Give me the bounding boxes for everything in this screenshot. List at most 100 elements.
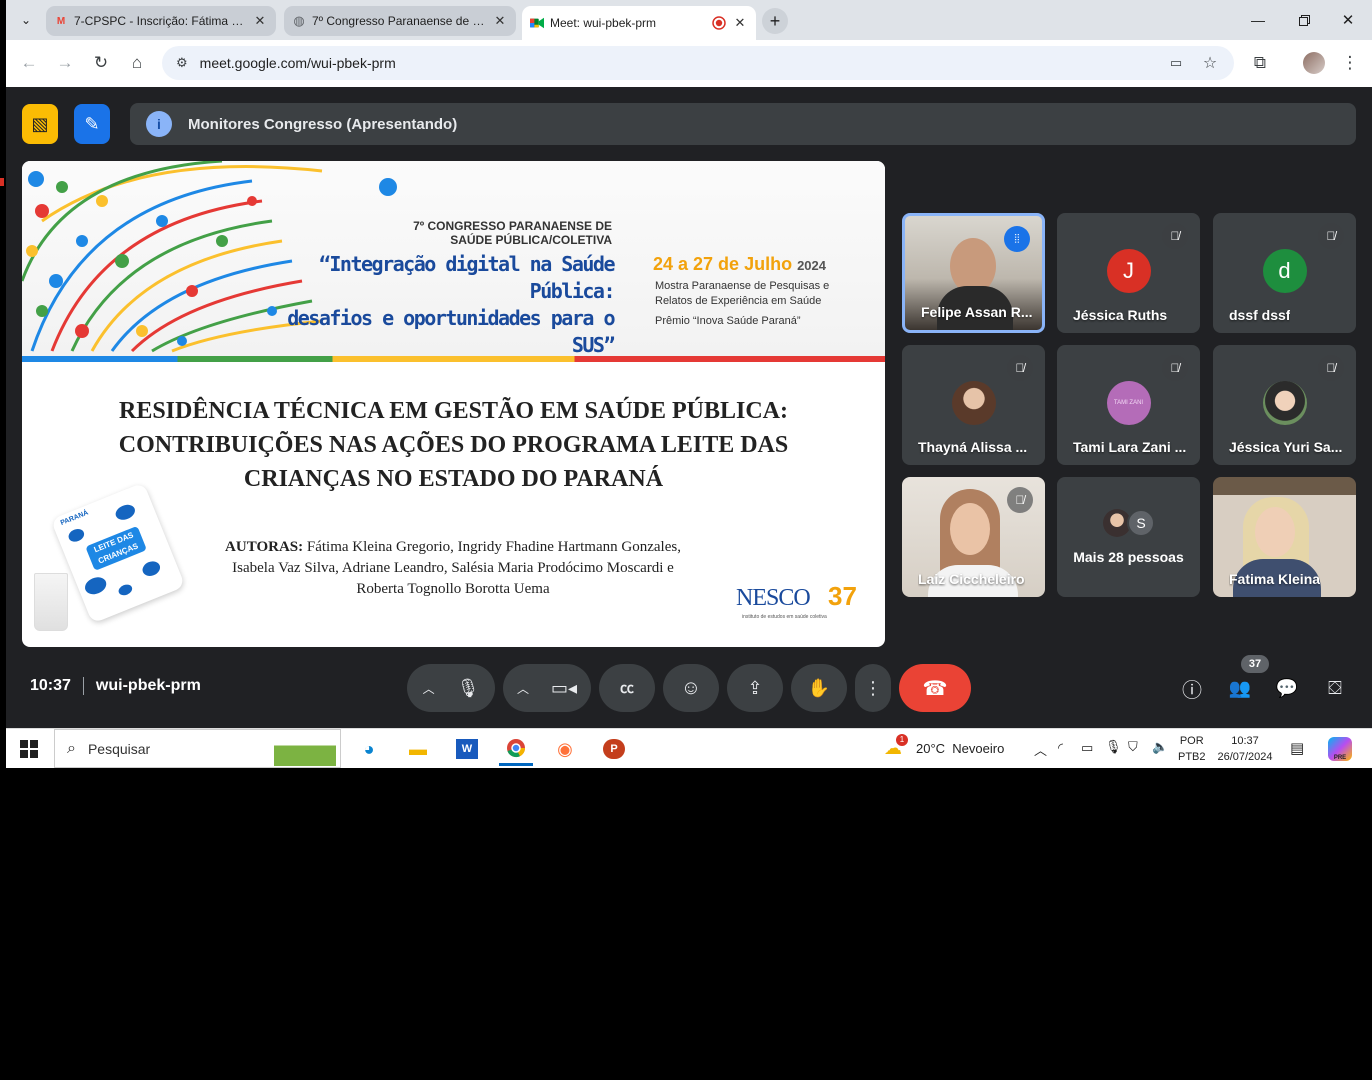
annotate-icon[interactable]: ✎	[74, 104, 110, 144]
reload-icon[interactable]: ↻	[90, 52, 112, 74]
participant-name: Jéssica Yuri Sa...	[1229, 439, 1343, 455]
speaker-icon[interactable]: 🔈	[1152, 739, 1168, 755]
taskbar-clock[interactable]: 10:37 26/07/2024	[1214, 733, 1276, 765]
present-button[interactable]: ⇪	[727, 664, 783, 712]
mic-control[interactable]: ︿ 🎙	[407, 664, 495, 712]
battery-icon[interactable]: ▭	[1081, 740, 1093, 756]
address-bar[interactable]: ⚙ meet.google.com/wui-pbek-prm ▭ ☆	[162, 46, 1234, 80]
activities-icon[interactable]: ⛋	[1322, 675, 1348, 701]
edge-icon[interactable]: ◕	[352, 732, 386, 766]
participant-tile[interactable]: 🎙̸ Laiz Ciccheleiro	[902, 477, 1045, 597]
stop-presenting-icon[interactable]: ▧	[22, 104, 58, 144]
close-tab-icon[interactable]: ✕	[252, 13, 268, 29]
home-icon[interactable]: ⌂	[126, 52, 148, 74]
weather-text[interactable]: 20°C Nevoeiro	[916, 741, 1004, 756]
wifi-icon[interactable]: ◜	[1058, 740, 1063, 756]
new-tab-icon[interactable]: +	[762, 8, 788, 34]
language-indicator[interactable]: POR PTB2	[1178, 733, 1206, 765]
hang-up-icon: ☎	[922, 677, 948, 700]
browser-chrome: ⌄ M 7-CPSPC - Inscrição: Fátima - fa ✕ ◍…	[6, 0, 1372, 87]
participant-name: Fatima Kleina	[1229, 571, 1321, 587]
copilot-label: PRE	[1333, 755, 1347, 761]
more-participants-tile[interactable]: S Mais 28 pessoas	[1057, 477, 1200, 597]
profile-avatar[interactable]	[1303, 52, 1325, 74]
logo-subtitle: instituto de estudos em saúde coletiva	[742, 614, 827, 620]
chevron-up-icon[interactable]: ︿	[423, 680, 435, 697]
firefox-icon[interactable]: ◉	[548, 732, 582, 766]
camera-indicator-icon[interactable]: ▭	[1166, 53, 1186, 73]
participant-tile[interactable]: TAMI ZANI 🎙̸ Tami Lara Zani ...	[1057, 345, 1200, 465]
people-icon[interactable]: 👥	[1226, 675, 1254, 701]
powerpoint-icon[interactable]: P	[597, 732, 631, 766]
windows-start-icon[interactable]	[20, 740, 38, 758]
copilot-icon[interactable]: PRE	[1328, 737, 1352, 761]
raise-hand-button[interactable]: ✋	[791, 664, 847, 712]
back-icon[interactable]: ←	[18, 52, 40, 74]
camera-control[interactable]: ︿ ▭◂	[503, 664, 591, 712]
word-icon[interactable]: W	[450, 732, 484, 766]
mostra-text: Mostra Paranaense de Pesquisas e Relatos…	[655, 279, 829, 329]
chevron-up-icon[interactable]: ︿	[1034, 740, 1047, 759]
authors-block: AUTORAS: Fátima Kleina Gregorio, Ingridy…	[172, 537, 734, 600]
restore-icon[interactable]	[1292, 8, 1316, 32]
mic-off-icon: 🎙̸	[1318, 355, 1344, 381]
keyboard-code: PTB2	[1178, 751, 1206, 763]
participant-tile[interactable]: 🎙̸ Thayná Alissa ...	[902, 345, 1045, 465]
participant-avatar: d	[1262, 249, 1307, 293]
chat-icon[interactable]: 💬	[1274, 675, 1300, 701]
captions-button[interactable]: ㏄	[599, 664, 655, 712]
shield-icon[interactable]: ⛉	[1128, 739, 1138, 755]
congress-line-1: 7º CONGRESSO PARANAENSE DE	[413, 219, 612, 233]
emoji-icon: ☺	[680, 676, 702, 699]
theme-line-2: desafios e oportunidades para o SUS”	[287, 306, 615, 357]
participant-tile[interactable]: ⦙⦙ Felipe Assan R...	[902, 213, 1045, 333]
notifications-icon[interactable]: ▤	[1290, 739, 1304, 757]
theme-line-1: “Integração digital na Saúde Pública:	[318, 252, 616, 303]
file-explorer-icon[interactable]: ▬	[401, 732, 435, 766]
participant-avatar: J	[1106, 249, 1151, 293]
mic-tray-icon[interactable]: 🎙	[1105, 739, 1122, 755]
tab-congresso[interactable]: ◍ 7º Congresso Paranaense de Sa ✕	[284, 6, 516, 36]
participant-tile[interactable]: d 🎙̸ dssf dssf	[1213, 213, 1356, 333]
close-tab-icon[interactable]: ✕	[732, 15, 748, 31]
site-info-icon[interactable]: ⚙	[176, 55, 188, 71]
participant-tile[interactable]: Fatima Kleina	[1213, 477, 1356, 597]
meet-area: ▧ ✎ i Monitores Congresso (Apresentando)	[6, 87, 1372, 728]
info-icon[interactable]: ⓘ	[1179, 675, 1205, 702]
url-text: meet.google.com/wui-pbek-prm	[199, 55, 396, 71]
menu-dots-icon[interactable]: ⋮	[1340, 52, 1360, 74]
nesco-logo: NESCO 37 instituto de estudos em saúde c…	[734, 581, 860, 621]
camera-icon[interactable]: ▭◂	[551, 678, 577, 699]
more-options-button[interactable]: ⋮	[855, 664, 891, 712]
milk-glass	[34, 573, 68, 631]
minimize-icon[interactable]: —	[1246, 8, 1270, 32]
participant-name: Thayná Alissa ...	[918, 439, 1028, 455]
taskbar-search[interactable]: ⌕ Pesquisar	[54, 729, 341, 768]
milk-pack-label: LEITE DAS CRIANÇAS	[85, 525, 147, 571]
bookmark-star-icon[interactable]: ☆	[1200, 53, 1220, 73]
chrome-icon[interactable]	[499, 732, 533, 766]
meeting-info: 10:37 wui-pbek-prm	[30, 677, 201, 695]
speaking-indicator-icon: ⦙⦙	[1004, 226, 1030, 252]
search-placeholder: Pesquisar	[87, 740, 151, 757]
tab-meet[interactable]: Meet: wui-pbek-prm ✕	[522, 6, 756, 40]
tab-search-chevron-icon[interactable]: ⌄	[16, 10, 36, 30]
extensions-icon[interactable]: ⧉	[1249, 52, 1271, 74]
mic-off-icon: 🎙̸	[1162, 223, 1188, 249]
mic-icon[interactable]: 🎙	[457, 678, 480, 699]
participant-avatar	[951, 381, 996, 425]
tab-gmail[interactable]: M 7-CPSPC - Inscrição: Fátima - fa ✕	[46, 6, 276, 36]
leave-call-button[interactable]: ☎	[899, 664, 971, 712]
participant-name: Tami Lara Zani ...	[1073, 439, 1187, 455]
chevron-up-icon[interactable]: ︿	[517, 680, 529, 697]
screen: ⌄ M 7-CPSPC - Inscrição: Fátima - fa ✕ ◍…	[6, 0, 1372, 768]
logo-text: NESCO	[736, 585, 811, 611]
title-line-2: CONTRIBUIÇÕES NAS AÇÕES DO PROGRAMA LEIT…	[118, 432, 789, 458]
close-window-icon[interactable]: ✕	[1336, 8, 1360, 32]
close-tab-icon[interactable]: ✕	[492, 13, 508, 29]
participant-tile[interactable]: 🎙̸ Jéssica Yuri Sa...	[1213, 345, 1356, 465]
forward-icon[interactable]: →	[54, 52, 76, 74]
emoji-button[interactable]: ☺	[663, 664, 719, 712]
people-count-badge: 37	[1241, 655, 1269, 673]
participant-tile[interactable]: J 🎙̸ Jéssica Ruths	[1057, 213, 1200, 333]
